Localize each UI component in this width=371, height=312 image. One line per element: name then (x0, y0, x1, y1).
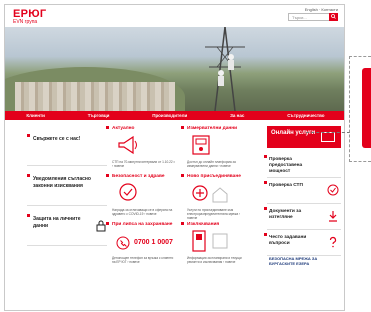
news-desc: СТП на 70-минутни интервали от 1.10.22 г… (112, 160, 176, 168)
faq-label: Често задавани въпроси (269, 235, 307, 246)
nav-item-cooperation[interactable]: Сътрудничество (287, 113, 324, 118)
safety-desc: Награда за отличаващи се в сферата на зд… (112, 208, 173, 216)
news-title: Актуално (112, 126, 135, 131)
documents-label: Документи за изтегляне (269, 209, 302, 220)
metering-tile[interactable]: Измервателни данни Достъп до онлайн плат… (181, 126, 260, 172)
online-services-button[interactable]: Онлайн услуги (267, 126, 341, 148)
search-placeholder: Търси... (292, 15, 307, 20)
content-area: Свържете се с нас! Уведомления съгласно … (5, 120, 344, 310)
connection-title: Ново присъединяване (187, 174, 241, 179)
contact-card[interactable]: Свържете се с нас! (27, 126, 107, 166)
page-frame: ЕРЮГ EVN група English · Контакти Търси.… (4, 4, 345, 311)
megaphone-icon (118, 135, 137, 155)
privacy-label: Защита на личните данни (33, 216, 81, 229)
middle-column-b: Измервателни данни Достъп до онлайн плат… (181, 126, 260, 270)
check-circle-icon (327, 184, 339, 196)
metering-desc: Достъп до онлайн платформа за измервател… (187, 160, 236, 168)
nav-item-about[interactable]: За нас (230, 113, 244, 118)
switch-icon (192, 230, 228, 252)
header: ЕРЮГ EVN група English · Контакти Търси.… (5, 5, 344, 27)
black-sea-banner[interactable]: БЕЗОПАСНА МРЕЖА ЗА БУРГАСКИТЕ ЕЗЕРА (267, 256, 341, 282)
main-navigation: Клиенти Търговци Производители За нас Съ… (5, 111, 344, 120)
house-plus-icon (192, 185, 228, 203)
outage-desc: Денонощен телефон за връзка с клиенти на… (112, 256, 174, 264)
connection-desc: Услуги по присъединяване към електроразп… (187, 208, 241, 220)
annotation-pointer (306, 132, 350, 133)
safety-title: Безопасност и здраве (112, 174, 165, 179)
search-icon (331, 14, 336, 19)
stp-check-label: Проверка СТП (269, 183, 303, 188)
search-input[interactable]: Търси... (288, 13, 338, 21)
safety-tile[interactable]: Безопасност и здраве Награда за отличава… (106, 174, 178, 220)
outages-desc: Информация за планирани и текущи ремонти… (187, 256, 242, 264)
outage-title: При липса на захранване (112, 222, 173, 227)
notices-card[interactable]: Уведомления съгласно законни изисквания (27, 166, 107, 206)
nav-item-producers[interactable]: Производители (152, 113, 187, 118)
power-tower-graphic (205, 27, 245, 111)
black-sea-label: БЕЗОПАСНА МРЕЖА ЗА БУРГАСКИТЕ ЕЗЕРА (269, 256, 318, 266)
logo-subtitle: EVN група (13, 19, 38, 25)
contact-label: Свържете се с нас! (33, 136, 81, 142)
notices-label: Уведомления съгласно законни изисквания (33, 176, 91, 189)
download-icon (329, 211, 337, 222)
search-button[interactable] (329, 13, 338, 21)
news-tile[interactable]: Актуално СТП на 70-минутни интервали от … (106, 126, 178, 172)
privacy-card[interactable]: Защита на личните данни (27, 206, 107, 246)
outages-tile[interactable]: Изключвания Информация за планирани и те… (181, 222, 260, 268)
phone-icon (116, 236, 130, 250)
award-icon (119, 183, 137, 201)
middle-column-a: Актуално СТП на 70-минутни интервали от … (106, 126, 178, 270)
nav-item-clients[interactable]: Клиенти (26, 113, 45, 118)
stp-check-card[interactable]: Проверка СТП (264, 178, 341, 204)
hero-image (5, 27, 344, 111)
connection-tile[interactable]: Ново присъединяване Услуги по присъединя… (181, 174, 260, 220)
faq-card[interactable]: Често задавани въпроси (264, 230, 341, 256)
outage-tile[interactable]: При липса на захранване 0700 1 0007 Дено… (106, 222, 178, 268)
outages-title: Изключвания (187, 222, 220, 227)
power-check-card[interactable]: Проверка предоставена мощност (264, 152, 341, 178)
right-column: Онлайн услуги Проверка предоставена мощн… (264, 126, 341, 282)
meter-icon (192, 135, 210, 155)
outage-phone[interactable]: 0700 1 0007 (134, 239, 173, 246)
annotation-red-tab (362, 68, 371, 148)
documents-card[interactable]: Документи за изтегляне (264, 204, 341, 230)
nav-item-traders[interactable]: Търговци (88, 113, 110, 118)
left-column: Свържете се с нас! Уведомления съгласно … (27, 126, 107, 246)
question-icon (329, 236, 337, 248)
screen-icon (321, 132, 335, 142)
power-check-label: Проверка предоставена мощност (269, 157, 303, 174)
metering-title: Измервателни данни (187, 126, 238, 131)
top-links[interactable]: English · Контакти (305, 7, 338, 12)
